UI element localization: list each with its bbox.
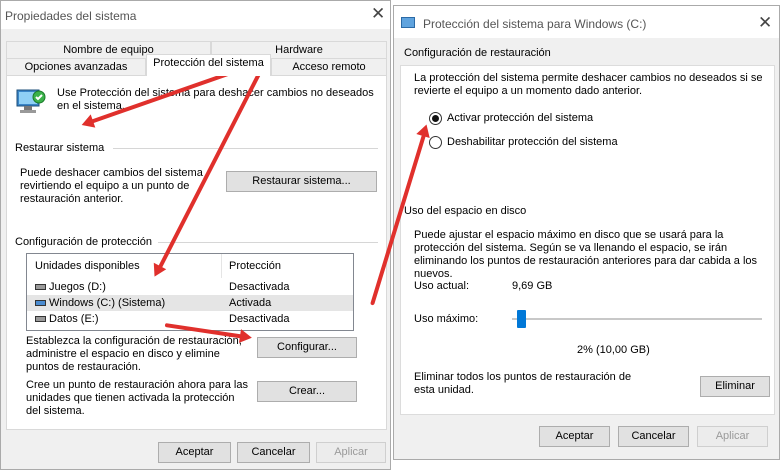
drive-status: Desactivada [229, 281, 290, 293]
create-button[interactable]: Crear... [257, 381, 357, 402]
close-icon[interactable]: ✕ [371, 5, 385, 23]
column-header-protection[interactable]: Protección [229, 260, 281, 272]
cancel-button[interactable]: Cancelar [237, 442, 310, 463]
tab-system-protection[interactable]: Protección del sistema [146, 54, 271, 76]
delete-description: Eliminar todos los puntos de restauració… [414, 371, 632, 396]
restore-settings-description: La protección del sistema permite deshac… [414, 72, 763, 97]
radio-enable-label[interactable]: Activar protección del sistema [447, 112, 593, 125]
close-icon[interactable]: ✕ [758, 14, 772, 32]
system-properties-dialog: Propiedades del sistema ✕ Nombre de equi… [0, 0, 391, 470]
restore-section-header: Restaurar sistema [15, 142, 105, 154]
radio-disable-label[interactable]: Deshabilitar protección del sistema [447, 136, 618, 149]
disk-usage-header: Uso del espacio en disco [404, 205, 527, 217]
window-icon [401, 17, 415, 28]
column-header-drives[interactable]: Unidades disponibles [35, 260, 140, 272]
separator [158, 242, 378, 243]
protection-settings-dialog: Protección del sistema para Windows (C:)… [393, 5, 780, 460]
table-row[interactable]: Windows (C:) (Sistema) Activada [27, 295, 353, 311]
tab-advanced-options[interactable]: Opciones avanzadas [6, 58, 146, 76]
ok-button[interactable]: Aceptar [539, 426, 610, 447]
current-usage-label: Uso actual: [414, 280, 470, 292]
configure-button[interactable]: Configurar... [257, 337, 357, 358]
table-row[interactable]: Juegos (D:) Desactivada [27, 279, 353, 295]
disk-usage-description: Puede ajustar el espacio máximo en disco… [414, 229, 758, 280]
separator [113, 148, 378, 149]
column-divider [221, 254, 222, 278]
table-row[interactable]: Datos (E:) Desactivada [27, 311, 353, 327]
drive-name: Windows (C:) (Sistema) [49, 297, 166, 309]
drive-status: Activada [229, 297, 272, 309]
slider-thumb[interactable] [517, 310, 526, 328]
drive-name: Juegos (D:) [49, 281, 106, 293]
drive-icon [35, 300, 46, 306]
restore-description: Puede deshacer cambios del sistema revir… [20, 167, 203, 205]
delete-button[interactable]: Eliminar [700, 376, 770, 397]
radio-disable-protection[interactable] [429, 136, 442, 149]
max-usage-value: 2% (10,00 GB) [577, 344, 650, 356]
system-protection-icon [15, 85, 47, 117]
slider-track [512, 318, 762, 320]
protection-section-header: Configuración de protección [15, 236, 152, 248]
left-dialog-title: Propiedades del sistema [5, 9, 137, 23]
drive-icon [35, 316, 46, 322]
radio-enable-protection[interactable] [429, 112, 442, 125]
apply-button[interactable]: Aplicar [697, 426, 768, 447]
drive-name: Datos (E:) [49, 313, 99, 325]
configure-description: Establezca la configuración de restaurac… [26, 335, 242, 373]
drive-status: Desactivada [229, 313, 290, 325]
drive-icon [35, 284, 46, 290]
tab-remote-access[interactable]: Acceso remoto [271, 58, 387, 76]
create-description: Cree un punto de restauración ahora para… [26, 379, 248, 417]
drives-table[interactable]: Unidades disponibles Protección Juegos (… [26, 253, 354, 331]
cancel-button[interactable]: Cancelar [618, 426, 689, 447]
restore-settings-header: Configuración de restauración [404, 47, 551, 59]
left-title-bar: Propiedades del sistema ✕ [1, 1, 390, 29]
right-title-bar: Protección del sistema para Windows (C:)… [394, 6, 779, 38]
restore-system-button[interactable]: Restaurar sistema... [226, 171, 377, 192]
right-dialog-title: Protección del sistema para Windows (C:) [423, 17, 647, 31]
max-usage-label: Uso máximo: [414, 313, 479, 325]
intro-text: Use Protección del sistema para deshacer… [57, 87, 374, 112]
annotation-arrowhead [239, 329, 254, 345]
apply-button[interactable]: Aplicar [316, 442, 386, 463]
max-usage-slider[interactable] [512, 308, 762, 332]
ok-button[interactable]: Aceptar [158, 442, 231, 463]
current-usage-value: 9,69 GB [512, 280, 553, 292]
